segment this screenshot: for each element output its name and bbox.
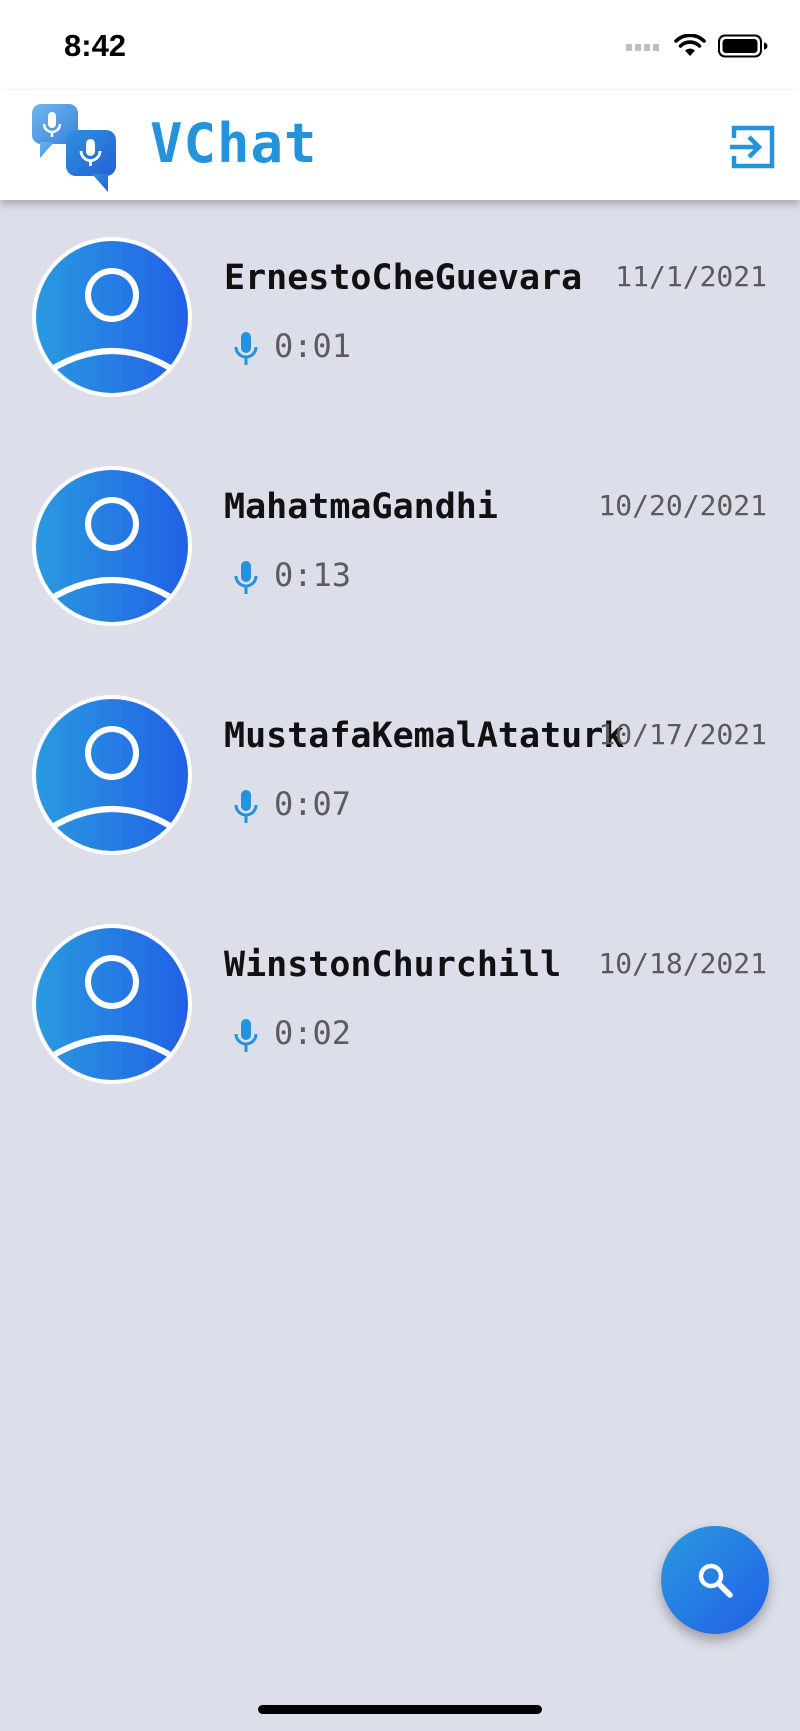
avatar xyxy=(32,924,192,1084)
status-icons xyxy=(626,34,768,58)
search-fab-button[interactable] xyxy=(661,1526,769,1634)
voice-chat-bubbles-icon xyxy=(30,102,122,198)
logout-icon xyxy=(730,125,775,169)
contact-name: WinstonChurchill xyxy=(224,945,562,985)
chat-date: 11/1/2021 xyxy=(615,260,767,293)
avatar xyxy=(32,466,192,626)
chat-list-item[interactable]: WinstonChurchill 10/18/2021 0:02 xyxy=(0,887,800,1116)
app-title: VChat xyxy=(150,112,318,175)
status-time: 8:42 xyxy=(64,28,127,63)
home-indicator[interactable] xyxy=(258,1705,542,1714)
wifi-icon xyxy=(674,34,706,56)
person-avatar-icon xyxy=(36,470,188,622)
chat-list-item[interactable]: MahatmaGandhi 10/20/2021 0:13 xyxy=(0,429,800,658)
voice-duration: 0:07 xyxy=(274,785,352,823)
contact-name: MustafaKemalAtaturk xyxy=(224,716,625,756)
avatar xyxy=(32,237,192,397)
contact-name: ErnestoCheGuevara xyxy=(224,258,583,298)
mic-icon xyxy=(234,561,258,594)
mic-icon xyxy=(234,332,258,365)
cellular-signal-icon xyxy=(626,44,659,51)
voice-duration: 0:01 xyxy=(274,327,352,365)
search-icon xyxy=(698,1563,733,1598)
voice-duration: 0:13 xyxy=(274,556,352,594)
avatar xyxy=(32,695,192,855)
person-avatar-icon xyxy=(36,699,188,851)
logout-button[interactable] xyxy=(728,122,778,172)
voice-duration: 0:02 xyxy=(274,1014,352,1052)
contact-name: MahatmaGandhi xyxy=(224,487,498,527)
chat-list: ErnestoCheGuevara 11/1/2021 0:01 Mahatma… xyxy=(0,200,800,1116)
person-avatar-icon xyxy=(36,928,188,1080)
battery-icon xyxy=(718,34,768,58)
chat-date: 10/20/2021 xyxy=(598,489,767,522)
chat-date: 10/17/2021 xyxy=(598,718,767,751)
chat-list-item[interactable]: ErnestoCheGuevara 11/1/2021 0:01 xyxy=(0,200,800,429)
mic-icon xyxy=(234,790,258,823)
status-bar: 8:42 xyxy=(0,0,800,90)
mic-icon xyxy=(234,1019,258,1052)
chat-list-item[interactable]: MustafaKemalAtaturk 10/17/2021 0:07 xyxy=(0,658,800,887)
app-bar: VChat xyxy=(0,90,800,200)
chat-date: 10/18/2021 xyxy=(598,947,767,980)
person-avatar-icon xyxy=(36,241,188,393)
